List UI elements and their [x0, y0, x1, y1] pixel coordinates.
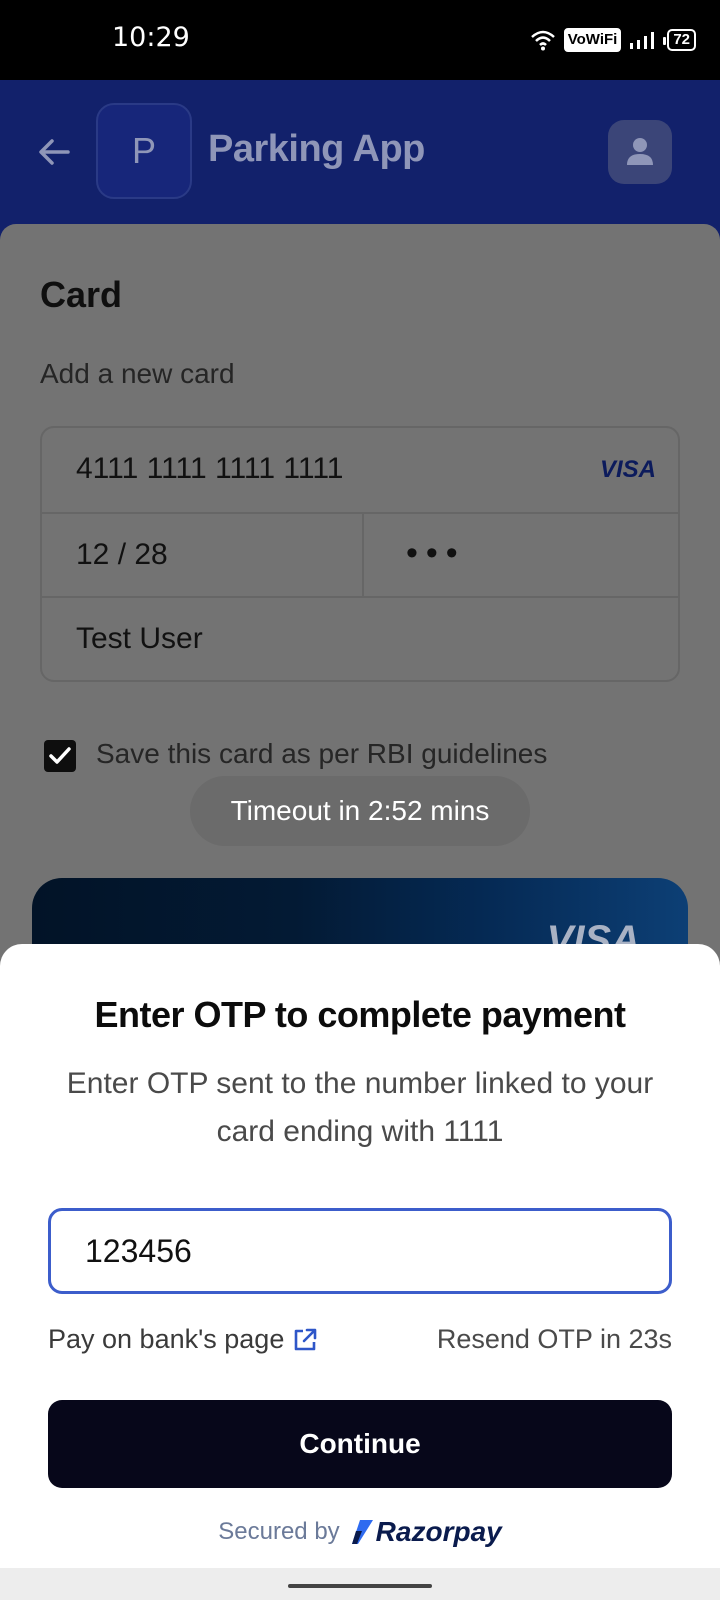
secured-by-label: Secured by	[218, 1518, 340, 1545]
timeout-toast: Timeout in 2:52 mins	[190, 776, 530, 846]
vowifi-badge: VoWiFi	[563, 28, 622, 52]
save-card-checkbox[interactable]	[44, 740, 76, 772]
app-title: Parking App	[208, 128, 425, 170]
status-time: 10:29	[112, 22, 190, 53]
cardholder-name-value: Test User	[76, 622, 203, 655]
home-indicator[interactable]	[288, 1584, 432, 1588]
external-link-icon	[295, 1328, 317, 1350]
secured-by-footer: Secured by Razorpay	[0, 1516, 720, 1548]
pay-on-bank-label: Pay on bank's page	[48, 1324, 285, 1354]
razorpay-logo: Razorpay	[351, 1516, 502, 1548]
card-form-sheet: Card Add a new card 4111 1111 1111 1111 …	[0, 224, 720, 998]
continue-button[interactable]: Continue	[48, 1400, 672, 1488]
otp-bottom-sheet: Enter OTP to complete payment Enter OTP …	[0, 944, 720, 1568]
app-header: P Parking App	[0, 80, 720, 240]
save-card-label: Save this card as per RBI guidelines	[96, 738, 548, 769]
resend-otp-timer: Resend OTP in 23s	[436, 1324, 672, 1354]
expiry-cvv-row: 12 / 28 •••	[42, 512, 678, 596]
otp-input[interactable]	[48, 1208, 672, 1294]
expiry-field[interactable]: 12 / 28	[76, 538, 168, 572]
otp-description: Enter OTP sent to the number linked to y…	[66, 1067, 654, 1148]
otp-title: Enter OTP to complete payment	[94, 994, 626, 1035]
signal-icon	[630, 32, 655, 49]
card-number-field[interactable]: 4111 1111 1111 1111 VISA	[42, 428, 678, 512]
card-section-subtitle: Add a new card	[40, 358, 235, 389]
battery-indicator: 72	[663, 29, 696, 51]
card-input-group: 4111 1111 1111 1111 VISA 12 / 28 ••• Tes…	[40, 426, 680, 682]
card-section-title: Card	[40, 274, 123, 315]
wifi-icon	[530, 30, 555, 51]
status-bar: 10:29 VoWiFi 72	[0, 0, 720, 80]
cardholder-name-field[interactable]: Test User	[42, 596, 678, 680]
card-number-value: 4111 1111 1111 1111	[76, 452, 344, 485]
back-arrow-icon[interactable]	[34, 132, 74, 172]
visa-logo: VISA	[599, 456, 656, 483]
pay-on-bank-link[interactable]: Pay on bank's page	[48, 1324, 318, 1355]
cvv-field[interactable]: •••	[406, 534, 466, 573]
app-logo: P	[96, 103, 192, 199]
razorpay-mark-icon	[351, 1520, 373, 1544]
checkmark-icon	[49, 747, 71, 764]
navigation-bar	[0, 1568, 720, 1600]
user-icon	[627, 138, 653, 165]
field-divider	[362, 514, 364, 596]
razorpay-wordmark: Razorpay	[375, 1516, 502, 1547]
profile-button[interactable]	[608, 120, 672, 184]
status-icons: VoWiFi 72	[530, 28, 696, 52]
